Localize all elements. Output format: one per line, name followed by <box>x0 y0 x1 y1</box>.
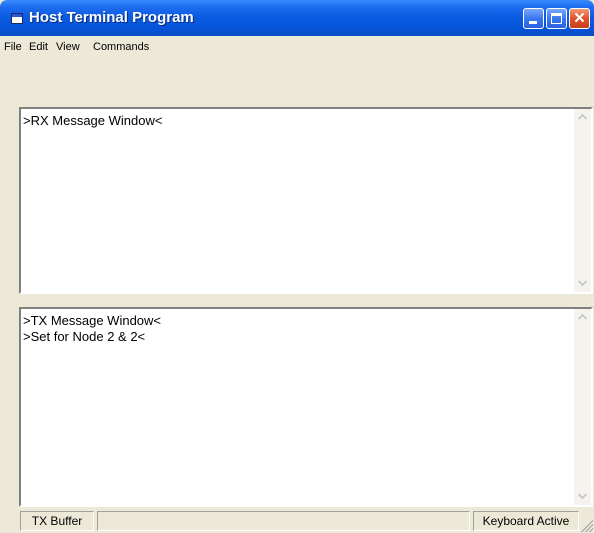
menu-edit[interactable]: Edit <box>29 41 48 53</box>
status-panel-middle <box>97 511 470 531</box>
rx-text: >RX Message Window< <box>23 113 162 129</box>
close-icon: ✕ <box>573 10 586 27</box>
maximize-button[interactable] <box>546 8 567 29</box>
menu-file[interactable]: File <box>4 41 22 53</box>
menu-view[interactable]: View <box>56 41 80 53</box>
resize-grip-icon[interactable] <box>581 520 593 532</box>
tx-scroll-up-button[interactable] <box>574 309 591 326</box>
status-bar: TX Buffer Keyboard Active <box>0 508 594 533</box>
rx-scroll-up-button[interactable] <box>574 109 591 126</box>
tx-scroll-down-button[interactable] <box>574 488 591 505</box>
app-icon[interactable] <box>11 13 23 24</box>
arrow-up-icon <box>578 114 587 120</box>
rx-message-window[interactable]: >RX Message Window< <box>19 107 593 294</box>
arrow-down-icon <box>578 280 587 286</box>
menu-bar: File Edit View Commands <box>0 36 594 58</box>
tx-line: >Set for Node 2 & 2< <box>23 329 146 344</box>
window-title: Host Terminal Program <box>29 9 194 26</box>
tx-message-window[interactable]: >TX Message Window< >Set for Node 2 & 2< <box>19 307 593 507</box>
status-panel-keyboard: Keyboard Active <box>473 511 579 531</box>
arrow-down-icon <box>578 493 587 499</box>
tx-text: >TX Message Window< >Set for Node 2 & 2< <box>23 313 161 345</box>
rx-line: >RX Message Window< <box>23 113 163 128</box>
title-bar[interactable]: Host Terminal Program ✕ <box>0 0 594 36</box>
minimize-button[interactable] <box>523 8 544 29</box>
arrow-up-icon <box>578 314 587 320</box>
rx-scrollbar[interactable] <box>574 109 591 292</box>
tx-scrollbar[interactable] <box>574 309 591 505</box>
menu-commands[interactable]: Commands <box>93 41 149 53</box>
status-panel-tx-buffer: TX Buffer <box>20 511 94 531</box>
rx-scroll-down-button[interactable] <box>574 275 591 292</box>
close-button[interactable]: ✕ <box>569 8 590 29</box>
tx-line: >TX Message Window< <box>23 313 162 328</box>
app-window: Host Terminal Program ✕ File Edit View C… <box>0 0 594 533</box>
